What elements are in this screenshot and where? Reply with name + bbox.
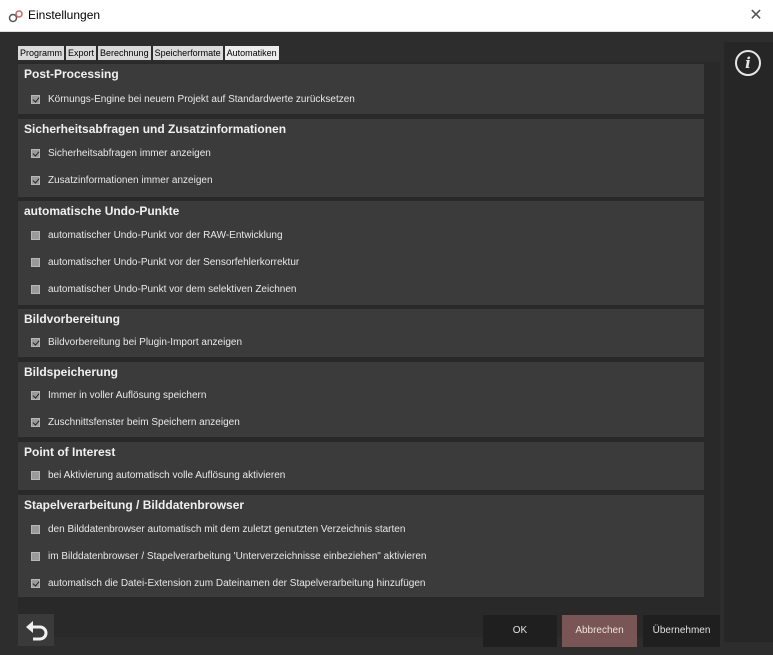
section-sicherheitsabfragen: Sicherheitsabfragen und Zusatzinformatio… — [18, 119, 704, 197]
checkbox[interactable] — [31, 390, 40, 400]
cancel-button[interactable]: Abbrechen — [562, 615, 637, 647]
checkbox[interactable] — [31, 551, 40, 561]
checkbox[interactable] — [31, 257, 40, 267]
tab-automatiken[interactable]: Automatiken — [224, 46, 279, 60]
info-icon[interactable]: i — [735, 50, 761, 76]
option-zuschnittsfenster-anzeigen[interactable]: Zuschnittsfenster beim Speichern anzeige… — [31, 415, 240, 429]
option-poi-volle-aufloesung[interactable]: bei Aktivierung automatisch volle Auflös… — [31, 468, 285, 482]
checkbox[interactable] — [31, 230, 40, 240]
settings-window: Programm Export Berechnung Speicherforma… — [0, 32, 773, 655]
undo-arrow-icon — [26, 621, 48, 641]
section-undo-punkte: automatische Undo-Punkte automatischer U… — [18, 201, 704, 305]
tab-export[interactable]: Export — [66, 46, 97, 60]
window-title: Einstellungen — [28, 8, 101, 22]
option-volle-aufloesung-speichern[interactable]: Immer in voller Auflösung speichern — [31, 388, 206, 402]
section-stapelverarbeitung: Stapelverarbeitung / Bilddatenbrowser de… — [18, 495, 704, 597]
app-icon — [8, 10, 23, 23]
section-title: Stapelverarbeitung / Bilddatenbrowser — [24, 498, 245, 512]
checkbox[interactable] — [31, 148, 40, 158]
checkbox[interactable] — [31, 175, 40, 185]
section-post-processing: Post-Processing Körnungs-Engine bei neue… — [18, 64, 704, 114]
tab-speicherformate[interactable]: Speicherformate — [152, 46, 223, 60]
option-label: bei Aktivierung automatisch volle Auflös… — [48, 469, 286, 481]
button-bar: OK Abbrechen Übernehmen — [18, 610, 720, 650]
option-undo-raw-entwicklung[interactable]: automatischer Undo-Punkt vor der RAW-Ent… — [31, 228, 283, 242]
checkbox[interactable] — [31, 524, 40, 534]
section-title: Post-Processing — [24, 67, 119, 81]
section-title: Bildvorbereitung — [24, 312, 121, 326]
option-label: Sicherheitsabfragen immer anzeigen — [48, 147, 211, 159]
option-undo-sensorfehlerkorrektur[interactable]: automatischer Undo-Punkt vor der Sensorf… — [31, 255, 299, 269]
section-bildvorbereitung: Bildvorbereitung Bildvorbereitung bei Pl… — [18, 309, 704, 357]
title-bar: Einstellungen ✕ — [0, 0, 773, 32]
option-label: automatischer Undo-Punkt vor der RAW-Ent… — [48, 229, 283, 241]
undo-button[interactable] — [18, 614, 54, 646]
section-point-of-interest: Point of Interest bei Aktivierung automa… — [18, 442, 704, 490]
option-datei-extension-hinzufuegen[interactable]: automatisch die Datei-Extension zum Date… — [31, 576, 425, 590]
option-undo-selektives-zeichnen[interactable]: automatischer Undo-Punkt vor dem selekti… — [31, 282, 296, 296]
tab-bar: Programm Export Berechnung Speicherforma… — [18, 46, 279, 60]
option-bildvorbereitung-plugin-import[interactable]: Bildvorbereitung bei Plugin-Import anzei… — [31, 335, 242, 349]
option-label: im Bilddatenbrowser / Stapelverarbeitung… — [48, 550, 427, 562]
checkbox[interactable] — [31, 94, 40, 104]
checkbox[interactable] — [31, 470, 40, 480]
option-koernungs-engine-reset[interactable]: Körnungs-Engine bei neuem Projekt auf St… — [31, 92, 355, 106]
option-label: automatischer Undo-Punkt vor dem selekti… — [48, 283, 297, 295]
section-title: Bildspeicherung — [24, 365, 119, 379]
checkbox[interactable] — [31, 578, 40, 588]
option-label: Zuschnittsfenster beim Speichern anzeige… — [48, 416, 240, 428]
option-label: den Bilddatenbrowser automatisch mit dem… — [48, 523, 406, 535]
ok-button[interactable]: OK — [483, 615, 557, 647]
tab-programm[interactable]: Programm — [18, 46, 65, 60]
tab-berechnung[interactable]: Berechnung — [98, 46, 151, 60]
checkbox[interactable] — [31, 337, 40, 347]
option-label: automatisch die Datei-Extension zum Date… — [48, 577, 426, 589]
apply-button[interactable]: Übernehmen — [643, 615, 720, 647]
close-icon[interactable]: ✕ — [747, 6, 765, 24]
checkbox[interactable] — [31, 417, 40, 427]
option-unterverzeichnisse-einbeziehen[interactable]: im Bilddatenbrowser / Stapelverarbeitung… — [31, 549, 426, 563]
section-title: Sicherheitsabfragen und Zusatzinformatio… — [24, 122, 287, 136]
option-label: automatischer Undo-Punkt vor der Sensorf… — [48, 256, 300, 268]
option-label: Bildvorbereitung bei Plugin-Import anzei… — [48, 336, 243, 348]
checkbox[interactable] — [31, 284, 40, 294]
section-title: Point of Interest — [24, 445, 116, 459]
option-sicherheitsabfragen-anzeigen[interactable]: Sicherheitsabfragen immer anzeigen — [31, 146, 211, 160]
side-panel: i — [724, 42, 773, 642]
option-browser-letztes-verzeichnis[interactable]: den Bilddatenbrowser automatisch mit dem… — [31, 522, 405, 536]
settings-content[interactable]: Post-Processing Körnungs-Engine bei neue… — [18, 62, 720, 637]
section-bildspeicherung: Bildspeicherung Immer in voller Auflösun… — [18, 362, 704, 437]
option-label: Zusatzinformationen immer anzeigen — [48, 174, 213, 186]
option-zusatzinformationen-anzeigen[interactable]: Zusatzinformationen immer anzeigen — [31, 173, 213, 187]
section-title: automatische Undo-Punkte — [24, 204, 180, 218]
option-label: Körnungs-Engine bei neuem Projekt auf St… — [48, 93, 355, 105]
option-label: Immer in voller Auflösung speichern — [48, 389, 207, 401]
